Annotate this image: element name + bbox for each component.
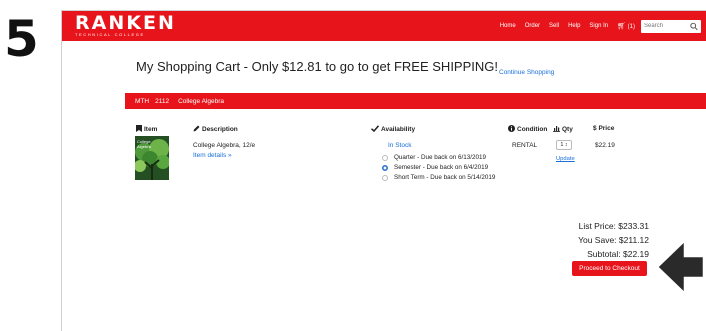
column-header-description: Description: [193, 125, 238, 133]
column-header-qty: Qty: [553, 125, 573, 133]
item-details-link[interactable]: Item details »: [193, 152, 232, 159]
list-price: List Price: $233.31: [578, 221, 649, 231]
site-header: RANKEN TECHNICAL COLLEGE Home Order Sell…: [62, 11, 706, 41]
page-title: My Shopping Cart - Only $12.81 to go to …: [136, 59, 499, 74]
radio-short-term[interactable]: [382, 174, 388, 181]
browser-page: RANKEN TECHNICAL COLLEGE Home Order Sell…: [61, 10, 706, 331]
cart-icon: 🛒︎: [617, 23, 626, 30]
nav-order[interactable]: Order: [525, 23, 540, 29]
item-description: College Algebra, 12/e: [193, 142, 256, 149]
rental-option-semester[interactable]: Semester - Due back on 6/4/2019: [382, 164, 488, 171]
course-name: College Algebra: [178, 97, 224, 105]
continue-shopping-link[interactable]: Continue Shopping: [499, 69, 554, 76]
column-header-item: Item: [136, 125, 157, 133]
arrow-pointer-icon: [655, 237, 706, 297]
radio-semester[interactable]: [382, 164, 388, 171]
rental-option-short-term[interactable]: Short Term - Due back on 5/14/2019: [382, 174, 495, 181]
select-arrows-icon: ↕: [564, 142, 568, 148]
search-input[interactable]: [644, 20, 688, 32]
rental-option-quarter[interactable]: Quarter - Due back on 6/13/2019: [382, 154, 486, 161]
search-box: [641, 19, 701, 33]
search-icon[interactable]: [690, 22, 698, 31]
column-header-condition: Condition: [508, 125, 547, 133]
stock-status: In Stock: [388, 142, 412, 149]
book-cover-title: College Algebra: [137, 139, 151, 149]
cart-link[interactable]: 🛒︎ (1): [617, 22, 635, 30]
nav-help[interactable]: Help: [568, 23, 580, 29]
update-quantity-link[interactable]: Update: [556, 156, 575, 162]
step-number: 5: [4, 10, 39, 68]
book-cover-image[interactable]: College Algebra: [135, 136, 169, 180]
you-save: You Save: $211.12: [578, 235, 649, 245]
item-price: $22.19: [595, 142, 615, 149]
main-nav: Home Order Sell Help Sign In 🛒︎ (1): [500, 11, 706, 41]
nav-sell[interactable]: Sell: [549, 23, 559, 29]
bar-chart-icon: [553, 126, 560, 132]
dollar-icon: $: [593, 125, 597, 132]
cart-count: (1): [627, 24, 635, 30]
site-logo[interactable]: RANKEN: [75, 13, 176, 33]
nav-home[interactable]: Home: [500, 23, 516, 29]
nav-sign-in[interactable]: Sign In: [589, 23, 608, 29]
site-logo-subtitle: TECHNICAL COLLEGE: [75, 32, 145, 37]
checkmark-icon: [371, 125, 380, 133]
quantity-select[interactable]: 1 ↕: [556, 140, 572, 150]
proceed-to-checkout-button[interactable]: Proceed to Checkout: [572, 261, 647, 276]
item-condition: RENTAL: [512, 142, 538, 149]
column-header-price: $ Price: [593, 125, 615, 132]
course-number: 2112: [155, 97, 170, 105]
course-header: MTH 2112 College Algebra: [125, 93, 706, 109]
pencil-icon: [193, 125, 200, 132]
info-icon: [508, 125, 515, 132]
course-code: MTH: [135, 97, 150, 105]
subtotal: Subtotal: $22.19: [587, 249, 649, 259]
bookmark-icon: [136, 125, 142, 132]
radio-quarter[interactable]: [382, 154, 388, 161]
column-header-availability: Availability: [371, 125, 415, 133]
